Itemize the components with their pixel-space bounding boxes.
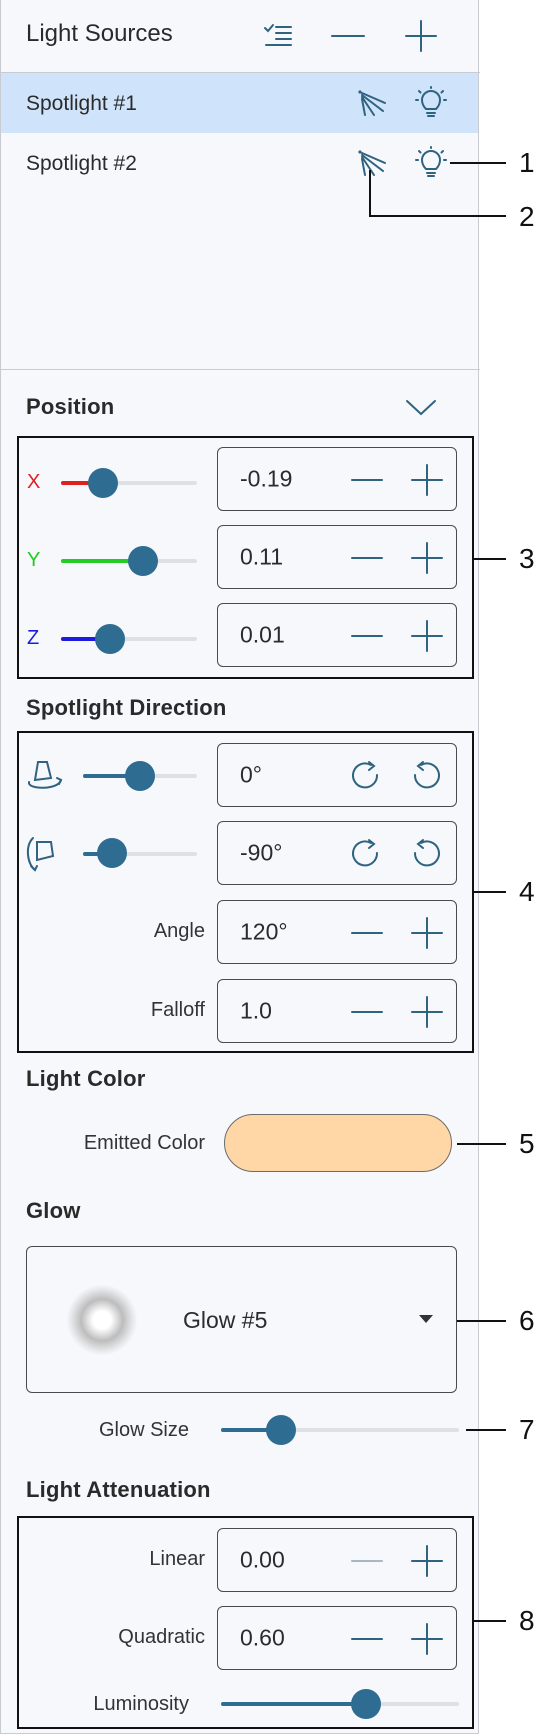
callout-line-5: [457, 1143, 506, 1145]
list-divider: [1, 369, 480, 370]
angle-value: 120°: [240, 918, 288, 945]
axis-y-decrement-button[interactable]: [351, 556, 383, 560]
callout-line-8: [473, 1620, 506, 1622]
axis-x-increment-button[interactable]: [411, 464, 443, 496]
rotate-cw-icon[interactable]: [351, 761, 381, 791]
axis-y-increment-button[interactable]: [411, 542, 443, 574]
callout-line-7: [466, 1429, 506, 1431]
rotate-ccw-icon[interactable]: [411, 761, 441, 791]
callout-5: 5: [519, 1128, 535, 1159]
callout-8: 8: [519, 1605, 535, 1636]
callout-line-4: [473, 891, 506, 893]
axis-y-value: 0.11: [240, 543, 284, 570]
angle-increment-button[interactable]: [411, 917, 443, 949]
position-title: Position: [26, 394, 115, 419]
axis-z-slider-knob[interactable]: [95, 624, 125, 654]
axis-label-x: X: [27, 471, 41, 493]
axis-label-y: Y: [27, 549, 41, 571]
linear-value: 0.00: [240, 1546, 285, 1573]
axis-x-value: -0.19: [240, 465, 293, 492]
falloff-field[interactable]: 1.0: [217, 979, 457, 1043]
axis-x-decrement-button[interactable]: [351, 478, 383, 482]
axis-z-value: 0.01: [240, 621, 285, 648]
rotation2-field[interactable]: -90°: [217, 821, 457, 885]
light-color-title: Light Color: [26, 1066, 146, 1091]
glow-selected-label: Glow #5: [183, 1307, 268, 1333]
callout-6: 6: [519, 1305, 535, 1336]
falloff-decrement-button[interactable]: [351, 1010, 383, 1014]
linear-decrement-button[interactable]: [351, 1559, 383, 1563]
light-attenuation-title: Light Attenuation: [26, 1477, 211, 1502]
glow-size-slider-knob[interactable]: [266, 1415, 296, 1445]
axis-z-field[interactable]: 0.01: [217, 603, 457, 667]
rotate-cw-icon[interactable]: [351, 839, 381, 869]
luminosity-slider-fill: [221, 1702, 366, 1706]
callout-2: 2: [519, 201, 535, 232]
quadratic-field[interactable]: 0.60: [217, 1606, 457, 1670]
linear-increment-button[interactable]: [411, 1545, 443, 1577]
callout-line-6: [457, 1320, 506, 1322]
list-item-spotlight-1[interactable]: Spotlight #1: [1, 73, 478, 133]
axis-x-slider-knob[interactable]: [88, 468, 118, 498]
axis-z-increment-button[interactable]: [411, 620, 443, 652]
angle-label: Angle: [153, 920, 205, 942]
falloff-value: 1.0: [240, 997, 272, 1024]
rotation2-value: -90°: [240, 839, 283, 866]
falloff-increment-button[interactable]: [411, 996, 443, 1028]
axis-x-field[interactable]: -0.19: [217, 447, 457, 511]
luminosity-label: Luminosity: [93, 1693, 189, 1715]
linear-label: Linear: [149, 1548, 205, 1570]
list-item-label: Spotlight #2: [26, 152, 137, 175]
callout-3: 3: [519, 543, 535, 574]
axis-z-decrement-button[interactable]: [351, 634, 383, 638]
rotate-ccw-icon[interactable]: [411, 839, 441, 869]
callout-line-1: [450, 162, 506, 164]
light-panel: Light Sources Spotlight #1 Spotlight #2: [0, 0, 480, 1734]
remove-light-button[interactable]: [331, 34, 365, 38]
bulb-icon[interactable]: [415, 86, 447, 119]
callout-line-3: [473, 558, 506, 560]
quadratic-value: 0.60: [240, 1624, 285, 1651]
callout-4: 4: [519, 876, 535, 907]
glow-preview: [67, 1285, 137, 1355]
falloff-label: Falloff: [150, 999, 205, 1021]
spotlight-direction-title: Spotlight Direction: [26, 695, 227, 720]
rotation1-field[interactable]: 0°: [217, 743, 457, 807]
rotation2-slider-knob[interactable]: [97, 838, 127, 868]
glow-title: Glow: [26, 1198, 81, 1223]
axis-y-slider-knob[interactable]: [128, 546, 158, 576]
axis-y-field[interactable]: 0.11: [217, 525, 457, 589]
rotation1-value: 0°: [240, 761, 262, 788]
callout-7: 7: [519, 1414, 535, 1445]
angle-decrement-button[interactable]: [351, 931, 383, 935]
add-light-button[interactable]: [405, 20, 437, 52]
angle-field[interactable]: 120°: [217, 900, 457, 964]
glow-size-label: Glow Size: [98, 1419, 189, 1441]
quadratic-decrement-button[interactable]: [351, 1637, 383, 1641]
glow-dropdown[interactable]: Glow #5: [26, 1246, 457, 1393]
chevron-down-icon[interactable]: [406, 400, 436, 416]
rotate-vertical-icon: [27, 837, 55, 872]
callout-line-2: [369, 170, 506, 217]
checklist-icon[interactable]: [263, 22, 293, 48]
callout-1: 1: [519, 147, 535, 178]
emitted-color-label: Emitted Color: [83, 1132, 205, 1154]
spotlight-rays-icon[interactable]: [357, 89, 387, 117]
rotate-horizontal-icon: [28, 761, 63, 789]
emitted-color-swatch[interactable]: [224, 1114, 452, 1172]
quadratic-increment-button[interactable]: [411, 1623, 443, 1655]
list-item-label: Spotlight #1: [26, 92, 137, 115]
quadratic-label: Quadratic: [118, 1626, 205, 1648]
rotation1-slider-knob[interactable]: [125, 761, 155, 791]
light-sources-title: Light Sources: [26, 20, 173, 47]
axis-label-z: Z: [27, 627, 40, 649]
linear-field[interactable]: 0.00: [217, 1528, 457, 1592]
dropdown-arrow-icon: [419, 1315, 433, 1323]
luminosity-slider-knob[interactable]: [351, 1689, 381, 1719]
